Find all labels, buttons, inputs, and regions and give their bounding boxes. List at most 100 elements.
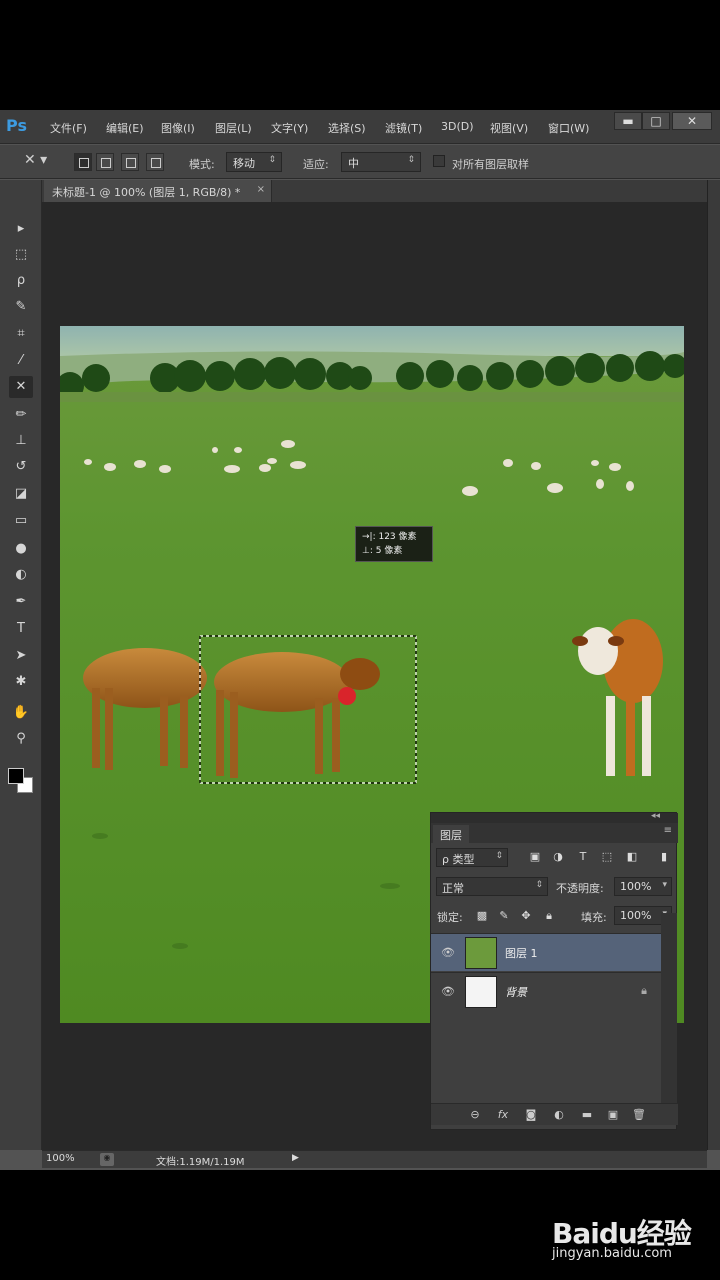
layer-row-background[interactable]: 👁︎ 背景 🔒︎ — [431, 972, 661, 1010]
layers-scrollbar[interactable] — [661, 913, 677, 1103]
blend-mode-dropdown[interactable]: 正常 ⇕ — [436, 877, 548, 896]
fill-value: 100% — [620, 909, 652, 922]
filter-shape-icon[interactable]: ⬚ — [600, 850, 614, 864]
mode-value: 移动 — [233, 157, 255, 170]
panel-menu-icon[interactable]: ≡ — [664, 825, 672, 836]
fill-label: 填充: — [581, 911, 607, 924]
opacity-label: 不透明度: — [556, 882, 604, 895]
zoom-level[interactable]: 100% — [46, 1153, 75, 1164]
collapse-panel-icon[interactable]: ◂◂ — [651, 811, 660, 821]
menu-bar: Ps 文件(F) 编辑(E) 图像(I) 图层(L) 文字(Y) 选择(S) 滤… — [0, 110, 720, 144]
path-select-tool-icon[interactable]: ➤ — [9, 645, 33, 667]
tool-preset-icon[interactable]: ✕ ▾ — [24, 152, 47, 168]
menu-filter[interactable]: 滤镜(T) — [385, 120, 422, 136]
layer-row-layer1[interactable]: 👁︎ 图层 1 — [431, 933, 661, 971]
quick-select-tool-icon[interactable]: ✎ — [9, 296, 33, 318]
eraser-tool-icon[interactable]: ◪ — [9, 483, 33, 505]
mode-dropdown[interactable]: 移动 ⇕ — [226, 152, 282, 172]
dropdown-arrow-icon: ⇕ — [535, 880, 543, 890]
layers-panel: ◂◂ 图层 ≡ ρ 类型 ⇕ ▣ ◑ T ⬚ ◧ ▮ 正常 ⇕ 不透明度: 10… — [430, 811, 678, 1130]
photoshop-logo: Ps — [6, 116, 27, 135]
intersect-selection-button[interactable] — [146, 153, 164, 171]
hand-tool-icon[interactable]: ✋ — [9, 702, 33, 724]
foreground-color-swatch[interactable] — [8, 768, 24, 784]
menu-layer[interactable]: 图层(L) — [215, 120, 252, 136]
menu-type[interactable]: 文字(Y) — [271, 120, 308, 136]
filter-pixel-icon[interactable]: ▣ — [528, 850, 542, 864]
lock-transparent-icon[interactable]: ▩ — [475, 909, 489, 923]
mode-label: 模式: — [189, 158, 215, 171]
crop-tool-icon[interactable]: ⌗ — [9, 323, 33, 345]
status-bar: 100% ◉ 文档:1.19M/1.19M ▶ — [42, 1150, 707, 1168]
content-aware-move-tool-icon[interactable]: ✕ — [9, 376, 33, 398]
layer-name[interactable]: 背景 — [505, 984, 527, 1000]
maximize-button[interactable]: □ — [642, 112, 670, 130]
new-layer-icon[interactable]: ▣ — [605, 1108, 621, 1121]
opacity-field[interactable]: 100% ▾ — [614, 877, 672, 896]
adjustment-layer-icon[interactable]: ◐ — [551, 1108, 567, 1121]
move-offset-tooltip: →|: 123 像素 ⊥: 5 像素 — [355, 526, 433, 562]
menu-select[interactable]: 选择(S) — [328, 120, 366, 136]
visibility-eye-icon[interactable]: 👁︎ — [441, 985, 455, 998]
adapt-dropdown[interactable]: 中 ⇕ — [341, 152, 421, 172]
blur-tool-icon[interactable]: ● — [9, 538, 33, 560]
move-tool-icon[interactable]: ▸ — [9, 218, 33, 240]
lock-all-icon[interactable]: 🔒︎ — [542, 909, 556, 923]
lasso-tool-icon[interactable]: ρ — [9, 270, 33, 292]
link-layers-icon[interactable]: ⊖ — [467, 1108, 483, 1121]
minimize-button[interactable]: ▬ — [614, 112, 642, 130]
eyedropper-tool-icon[interactable]: ⁄ — [9, 350, 33, 372]
menu-image[interactable]: 图像(I) — [161, 120, 195, 136]
dodge-tool-icon[interactable]: ◐ — [9, 564, 33, 586]
zoom-tool-icon[interactable]: ⚲ — [9, 728, 33, 750]
add-mask-icon[interactable]: ◙ — [523, 1108, 539, 1121]
history-brush-tool-icon[interactable]: ↺ — [9, 456, 33, 478]
layer-name[interactable]: 图层 1 — [505, 945, 538, 961]
options-bar: ✕ ▾ 模式: 移动 ⇕ 适应: 中 ⇕ 对所有图层取样 — [0, 145, 720, 179]
type-tool-icon[interactable]: T — [9, 618, 33, 640]
lock-position-icon[interactable]: ✥ — [519, 909, 533, 923]
layer-filter-dropdown[interactable]: ρ 类型 ⇕ — [436, 848, 508, 867]
brush-tool-icon[interactable]: ✏ — [9, 404, 33, 426]
dropdown-arrow-icon: ⇕ — [407, 155, 415, 165]
document-tab[interactable]: 未标题-1 @ 100% (图层 1, RGB/8) * × — [44, 180, 272, 202]
dropdown-arrow-icon: ⇕ — [495, 851, 503, 861]
filter-type-icon[interactable]: T — [576, 850, 590, 864]
menu-3d[interactable]: 3D(D) — [441, 120, 474, 133]
new-group-icon[interactable]: ▬ — [579, 1108, 595, 1121]
sample-all-label: 对所有图层取样 — [452, 158, 529, 171]
shape-tool-icon[interactable]: ✱ — [9, 671, 33, 693]
filter-adjustment-icon[interactable]: ◑ — [551, 850, 565, 864]
filter-toggle-icon[interactable]: ▮ — [657, 850, 671, 864]
lock-icon: 🔒︎ — [641, 984, 647, 997]
add-selection-button[interactable] — [96, 153, 114, 171]
gradient-tool-icon[interactable]: ▭ — [9, 510, 33, 532]
tab-layers[interactable]: 图层 — [433, 825, 469, 843]
menu-view[interactable]: 视图(V) — [490, 120, 528, 136]
close-button[interactable]: ✕ — [672, 112, 712, 130]
filter-smart-object-icon[interactable]: ◧ — [625, 850, 639, 864]
stamp-tool-icon[interactable]: ⊥ — [9, 430, 33, 452]
menu-edit[interactable]: 编辑(E) — [106, 120, 144, 136]
status-menu-arrow-icon[interactable]: ▶ — [292, 1153, 299, 1163]
layer-style-fx-icon[interactable]: fx — [495, 1108, 511, 1121]
menu-file[interactable]: 文件(F) — [50, 120, 87, 136]
subtract-selection-button[interactable] — [121, 153, 139, 171]
visibility-eye-icon[interactable]: 👁︎ — [441, 946, 455, 959]
photoshop-window: Ps 文件(F) 编辑(E) 图像(I) 图层(L) 文字(Y) 选择(S) 滤… — [0, 110, 720, 1170]
document-tab-bar: 未标题-1 @ 100% (图层 1, RGB/8) * × — [42, 180, 707, 202]
delete-layer-icon[interactable]: 🗑︎ — [631, 1108, 647, 1121]
marquee-tool-icon[interactable]: ⬚ — [9, 244, 33, 266]
tab-close-icon[interactable]: × — [257, 184, 265, 195]
lock-label: 锁定: — [437, 911, 463, 924]
pen-tool-icon[interactable]: ✒ — [9, 591, 33, 613]
panel-tab-row: 图层 ≡ — [431, 823, 678, 843]
sample-all-checkbox[interactable] — [433, 155, 445, 167]
dropdown-arrow-icon: ▾ — [662, 880, 667, 890]
new-selection-button[interactable] — [74, 153, 92, 171]
status-info-icon[interactable]: ◉ — [100, 1153, 114, 1166]
lock-image-icon[interactable]: ✎ — [497, 909, 511, 923]
menu-window[interactable]: 窗口(W) — [548, 120, 589, 136]
layer-thumbnail — [465, 976, 497, 1008]
document-tab-title: 未标题-1 @ 100% (图层 1, RGB/8) * — [52, 186, 241, 199]
